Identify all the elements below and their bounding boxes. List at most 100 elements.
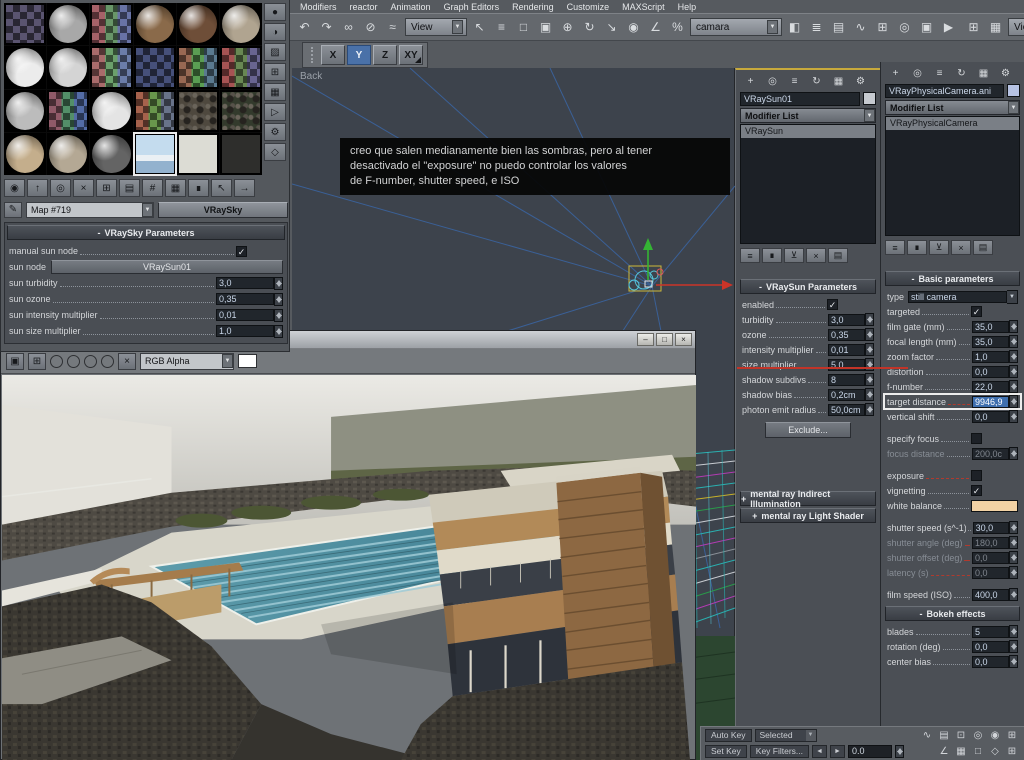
remove-modifier-icon[interactable]: × [806, 248, 826, 263]
rollout-header-vraysky-parameters[interactable]: - VRaySky Parameters [7, 225, 285, 240]
make-preview-icon[interactable]: ▷ [264, 103, 286, 121]
use-pivot-center-icon[interactable]: ◉ [623, 16, 644, 38]
spinner[interactable] [865, 373, 874, 386]
window-crossing-icon[interactable]: ▣ [535, 16, 556, 38]
param-checkbox[interactable] [827, 299, 838, 310]
rollout-header[interactable]: + mental ray Indirect Illumination [740, 489, 876, 509]
axis-y-button[interactable]: Y [347, 45, 371, 65]
spinner[interactable] [1009, 365, 1018, 378]
configure-modifier-sets-icon[interactable]: ▤ [973, 240, 993, 255]
param-value-field[interactable]: 35,0 [972, 335, 1009, 348]
modify-tab-icon[interactable]: ◎ [762, 73, 783, 89]
material-slot[interactable] [219, 132, 262, 175]
axis-x-button[interactable]: X [321, 45, 345, 65]
green-channel-icon[interactable] [67, 354, 80, 368]
spinner[interactable] [1009, 588, 1018, 601]
percent-snap-icon[interactable]: % [667, 16, 688, 38]
material-slot[interactable] [176, 46, 219, 89]
display-grid-icon[interactable]: ▦ [985, 16, 1006, 38]
reset-map-icon[interactable]: × [73, 179, 94, 197]
spinner[interactable] [1009, 536, 1018, 549]
spinner[interactable] [274, 276, 283, 290]
video-color-check-icon[interactable]: ▦ [264, 83, 286, 101]
param-value-field[interactable]: 0,0 [972, 551, 1009, 564]
param-value-field[interactable]: 0,0 [972, 365, 1009, 378]
material-slot[interactable] [4, 3, 47, 46]
spinner[interactable] [1009, 335, 1018, 348]
param-value-field[interactable]: 0,01 [828, 343, 865, 356]
material-slot[interactable] [4, 46, 47, 89]
motion-tab-icon[interactable]: ↻ [806, 73, 827, 89]
param-value-field[interactable]: 0,0 [972, 655, 1009, 668]
spinner[interactable] [865, 388, 874, 401]
align-icon[interactable]: ≣ [806, 16, 827, 38]
clone-window-icon[interactable]: ⊞ [28, 352, 46, 370]
spinner[interactable] [1009, 640, 1018, 653]
material-slot[interactable] [90, 89, 133, 132]
viewport-layout-icon[interactable]: ⊞ [963, 16, 984, 38]
param-value-field[interactable]: 0,35 [828, 328, 865, 341]
param-value-field[interactable]: 400,0 [972, 588, 1009, 601]
motion-tab-icon[interactable]: ↻ [951, 65, 972, 81]
menu-item[interactable]: reactor [350, 2, 378, 12]
material-slot[interactable] [47, 46, 90, 89]
go-to-parent-icon[interactable]: ↖ [211, 179, 232, 197]
zoom-icon[interactable]: ◉ [987, 728, 1003, 742]
select-object-icon[interactable]: ↖ [469, 16, 490, 38]
material-slot[interactable] [47, 89, 90, 132]
pin-stack-icon[interactable]: ≡ [740, 248, 760, 263]
pin-stack-icon[interactable]: ≡ [885, 240, 905, 255]
key-mode-dropdown[interactable]: Selected [754, 728, 817, 742]
param-value-field[interactable]: 5 [972, 625, 1009, 638]
material-editor-icon[interactable]: ◎ [894, 16, 915, 38]
spinner[interactable] [274, 324, 283, 338]
key-filters-button[interactable]: Key Filters... [749, 745, 810, 759]
rollout-header-vraysun-parameters[interactable]: - VRaySun Parameters [740, 279, 876, 294]
select-and-link-icon[interactable]: ∞ [338, 16, 359, 38]
snap-toggle-icon[interactable]: ∠ [645, 16, 666, 38]
param-value-field[interactable]: 200,0c [972, 447, 1009, 460]
auto-key-button[interactable]: Auto Key [705, 728, 752, 742]
field-of-view-icon[interactable]: ◇ [987, 745, 1003, 759]
make-unique-icon[interactable]: ⊻ [784, 248, 804, 263]
menu-item[interactable]: Graph Editors [444, 2, 500, 12]
zoom-all-icon[interactable]: ▦ [953, 745, 969, 759]
material-slot[interactable] [133, 3, 176, 46]
monochrome-channel-icon[interactable] [101, 354, 114, 368]
pan-viewport-icon[interactable]: ◎ [970, 728, 986, 742]
material-slot[interactable] [47, 3, 90, 46]
create-tab-icon[interactable]: + [740, 73, 761, 89]
clear-image-icon[interactable]: × [118, 352, 136, 370]
menu-item[interactable]: Animation [391, 2, 431, 12]
go-forward-to-sibling-icon[interactable]: → [234, 179, 255, 197]
param-value-field[interactable]: 0,01 [216, 309, 274, 321]
spinner[interactable] [1009, 320, 1018, 333]
red-channel-icon[interactable] [50, 354, 63, 368]
zoom-region-icon[interactable]: ⊞ [1004, 728, 1020, 742]
angle-snap-icon[interactable]: ∠ [936, 745, 952, 759]
param-value-field[interactable]: 0,35 [216, 293, 274, 305]
rectangular-selection-region-icon[interactable]: □ [513, 16, 534, 38]
unlink-selection-icon[interactable]: ⊘ [360, 16, 381, 38]
select-by-name-icon[interactable]: ≡ [491, 16, 512, 38]
put-to-library-icon[interactable]: ▤ [119, 179, 140, 197]
material-slot[interactable] [219, 46, 262, 89]
display-tab-icon[interactable]: ▦ [828, 73, 849, 89]
show-map-in-viewport-icon[interactable]: ▦ [165, 179, 186, 197]
absolute-mode-icon[interactable]: ⊡ [953, 728, 969, 742]
select-and-scale-icon[interactable]: ↘ [601, 16, 622, 38]
material-slot[interactable] [47, 132, 90, 175]
material-slot[interactable] [132, 131, 177, 177]
material-slot[interactable] [90, 132, 133, 175]
axis-plane-xy-button[interactable]: XY [399, 45, 423, 65]
param-checkbox[interactable] [971, 470, 982, 481]
param-value-field[interactable]: 0,0 [972, 640, 1009, 653]
next-key-icon[interactable]: ► [830, 745, 846, 759]
material-slot[interactable] [219, 3, 262, 46]
param-value-field[interactable]: 9946,9 [972, 395, 1009, 408]
spinner[interactable] [865, 313, 874, 326]
material-slot[interactable] [176, 3, 219, 46]
sample-background-icon[interactable]: ▨ [264, 43, 286, 61]
param-value-field[interactable]: 35,0 [972, 320, 1009, 333]
material-id-channel-icon[interactable]: # [142, 179, 163, 197]
